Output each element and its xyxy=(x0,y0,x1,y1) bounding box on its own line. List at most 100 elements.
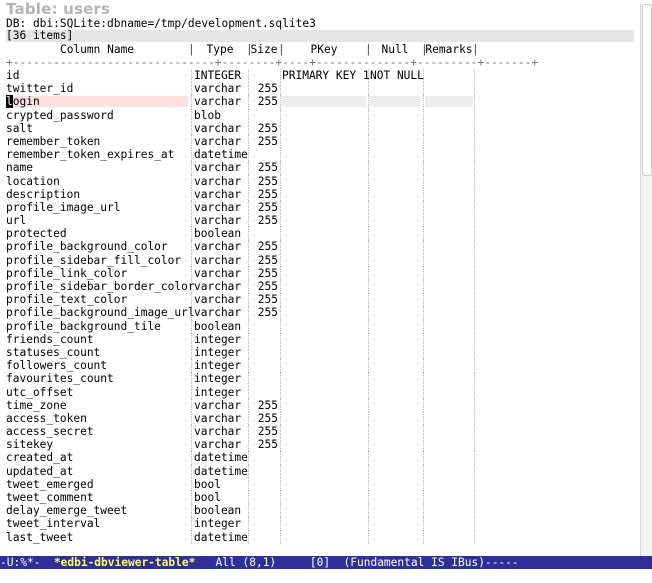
cell-size[interactable]: 255 xyxy=(250,425,278,438)
cell-type[interactable]: bool xyxy=(194,491,246,504)
column-header-type[interactable]: Type xyxy=(194,43,246,56)
cell-column-name[interactable]: name xyxy=(6,161,188,174)
cell-size[interactable]: 255 xyxy=(250,188,278,201)
cell-size[interactable]: 255 xyxy=(250,214,278,227)
cell-type[interactable]: datetime xyxy=(194,465,248,478)
cell-size[interactable]: 255 xyxy=(250,175,278,188)
cell-type[interactable]: INTEGER xyxy=(194,69,246,82)
cell-type[interactable]: varchar xyxy=(194,293,246,306)
cell-type[interactable]: integer xyxy=(194,359,246,372)
cell-column-name[interactable]: remember_token xyxy=(6,135,188,148)
cell-size[interactable]: 255 xyxy=(250,122,278,135)
cell-column-name[interactable]: profile_text_color xyxy=(6,293,188,306)
table-row[interactable]: protected boolean xyxy=(6,227,634,241)
cell-column-name[interactable]: salt xyxy=(6,122,188,135)
column-header-remarks[interactable]: Remarks xyxy=(425,43,473,56)
cell-type[interactable]: varchar xyxy=(194,425,246,438)
table-row[interactable]: remember_token varchar 255 xyxy=(6,134,634,149)
cell-size[interactable]: 255 xyxy=(250,254,278,267)
table-row[interactable]: url varchar 255 xyxy=(6,214,634,228)
cell-type[interactable]: integer xyxy=(194,346,246,359)
cell-type[interactable]: varchar xyxy=(194,122,246,135)
cell-column-name[interactable]: remember_token_expires_at xyxy=(6,148,188,161)
table-row[interactable]: profile_link_color varchar 255 xyxy=(6,266,634,280)
table-row[interactable]: id INTEGER PRIMARY KEY 1 NOT NULL xyxy=(6,69,634,83)
cell-type[interactable]: datetime xyxy=(194,148,248,161)
cell-column-name[interactable]: profile_sidebar_fill_color xyxy=(6,254,188,267)
table-row[interactable]: updated_at datetime xyxy=(6,464,634,478)
table-row[interactable]: access_secret varchar 255 xyxy=(6,425,634,439)
cell-column-name[interactable]: tweet_emerged xyxy=(6,478,188,491)
table-row[interactable]: tweet_emerged bool xyxy=(6,477,634,491)
cell-type[interactable]: varchar xyxy=(194,95,246,108)
cell-type[interactable]: varchar xyxy=(194,399,246,412)
cell-size[interactable]: 255 xyxy=(250,267,278,280)
column-header-pkey[interactable]: PKey xyxy=(282,43,366,56)
cell-type[interactable]: boolean xyxy=(194,227,246,240)
cell-size[interactable]: 255 xyxy=(250,240,278,253)
cell-type[interactable]: varchar xyxy=(194,306,246,319)
table-row[interactable]: name varchar 255 xyxy=(6,161,634,175)
cell-type[interactable]: varchar xyxy=(194,240,246,253)
cell-type[interactable]: datetime xyxy=(194,451,248,464)
table-row[interactable]: profile_sidebar_border_color varchar 255 xyxy=(6,280,634,294)
cell-column-name[interactable]: tweet_interval xyxy=(6,517,188,530)
cell-type[interactable]: varchar xyxy=(194,254,246,267)
cell-column-name[interactable]: access_secret xyxy=(6,425,188,438)
cell-type[interactable]: varchar xyxy=(194,412,246,425)
cell-size[interactable]: 255 xyxy=(250,306,278,319)
cell-type[interactable]: blob xyxy=(194,109,246,122)
cell-type[interactable]: varchar xyxy=(194,82,246,95)
table-row[interactable]: last_tweet datetime xyxy=(6,530,634,544)
cell-pkey[interactable]: PRIMARY KEY 1 xyxy=(282,69,370,82)
cell-column-name[interactable]: friends_count xyxy=(6,333,188,346)
cell-column-name[interactable]: last_tweet xyxy=(6,531,188,544)
table-row[interactable]: profile_image_url varchar 255 xyxy=(6,200,634,215)
table-row[interactable]: created_at datetime xyxy=(6,451,634,465)
cell-size[interactable]: 255 xyxy=(250,82,278,95)
cell-column-name[interactable]: url xyxy=(6,214,188,227)
cell-type[interactable]: boolean xyxy=(194,504,246,517)
cell-column-name[interactable]: id xyxy=(6,69,188,82)
cell-column-name[interactable]: profile_link_color xyxy=(6,267,188,280)
table-row[interactable]: twitter_id varchar 255 xyxy=(6,82,634,96)
minibuffer[interactable] xyxy=(0,569,652,583)
cell-type[interactable]: integer xyxy=(194,372,246,385)
table-row[interactable]: description varchar 255 xyxy=(6,187,634,201)
table-row[interactable]: friends_count integer xyxy=(6,332,634,346)
cell-column-name[interactable]: sitekey xyxy=(6,438,188,451)
cell-type[interactable]: integer xyxy=(194,517,246,530)
table-row[interactable]: profile_background_color varchar 255 xyxy=(6,240,634,254)
cell-column-name[interactable]: profile_image_url xyxy=(6,201,188,214)
cell-size[interactable]: 255 xyxy=(250,293,278,306)
table-row[interactable]: statuses_count integer xyxy=(6,345,634,360)
cell-size[interactable]: 255 xyxy=(250,412,278,425)
table-row[interactable]: salt varchar 255 xyxy=(6,121,634,135)
table-row[interactable]: access_token varchar 255 xyxy=(6,411,634,426)
cell-type[interactable]: datetime xyxy=(194,531,248,544)
table-row[interactable]: utc_offset integer xyxy=(6,385,634,399)
cell-type[interactable]: bool xyxy=(194,478,246,491)
modeline-buffer-name[interactable]: *edbi-dbviewer-table* xyxy=(54,556,195,569)
cell-column-name[interactable]: created_at xyxy=(6,451,188,464)
table-row[interactable]: profile_background_tile boolean xyxy=(6,319,634,333)
cell-type[interactable]: varchar xyxy=(194,280,246,293)
table-row[interactable]: login varchar 255 xyxy=(6,95,634,109)
column-header-size[interactable]: Size xyxy=(250,43,278,56)
cell-size[interactable]: 255 xyxy=(250,161,278,174)
cell-column-name[interactable]: profile_background_tile xyxy=(6,320,188,333)
cell-type[interactable]: varchar xyxy=(194,267,246,280)
cell-type[interactable]: varchar xyxy=(194,135,246,148)
cell-size[interactable]: 255 xyxy=(250,399,278,412)
cell-type[interactable]: boolean xyxy=(194,320,246,333)
scrollbar-thumb[interactable] xyxy=(642,4,652,176)
table-row[interactable]: time_zone varchar 255 xyxy=(6,398,634,412)
cell-type[interactable]: varchar xyxy=(194,161,246,174)
cell-type[interactable]: varchar xyxy=(194,188,246,201)
table-row[interactable]: delay_emerge_tweet boolean xyxy=(6,504,634,518)
table-row[interactable]: remember_token_expires_at datetime xyxy=(6,148,634,162)
cell-column-name[interactable]: statuses_count xyxy=(6,346,188,359)
table-row[interactable]: tweet_comment bool xyxy=(6,491,634,505)
table-row[interactable]: profile_background_image_url varchar 255 xyxy=(6,306,634,320)
table-row[interactable]: sitekey varchar 255 xyxy=(6,438,634,452)
